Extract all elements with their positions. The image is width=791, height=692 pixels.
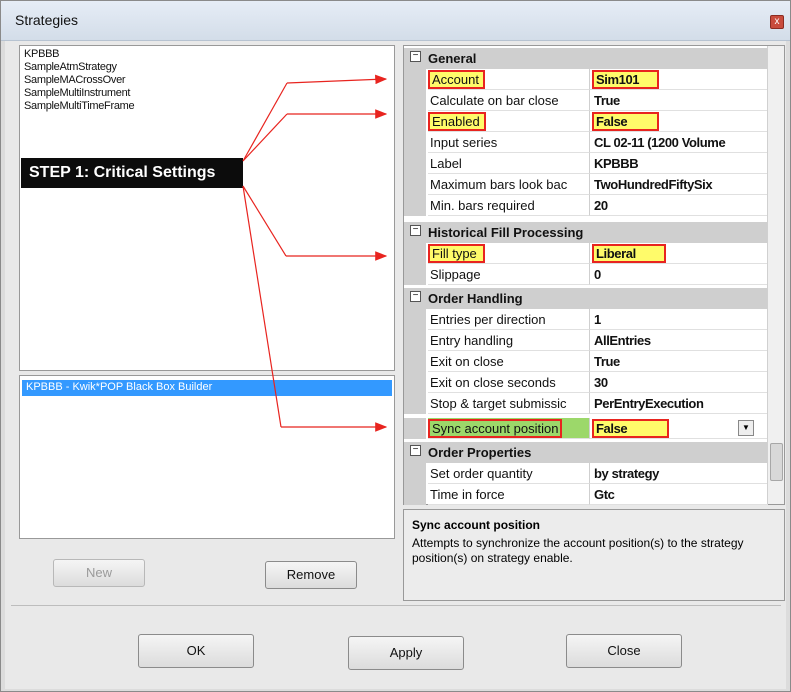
annotation-arrows [242, 74, 388, 432]
strategies-dialog: Strategies x KPBBB SampleAtmStrategy Sam… [0, 0, 791, 692]
arrow-to-fill-type [242, 185, 287, 257]
arrow-to-account-head [286, 74, 388, 85]
arrow-to-sync [242, 185, 282, 428]
arrow-to-account [242, 82, 288, 162]
